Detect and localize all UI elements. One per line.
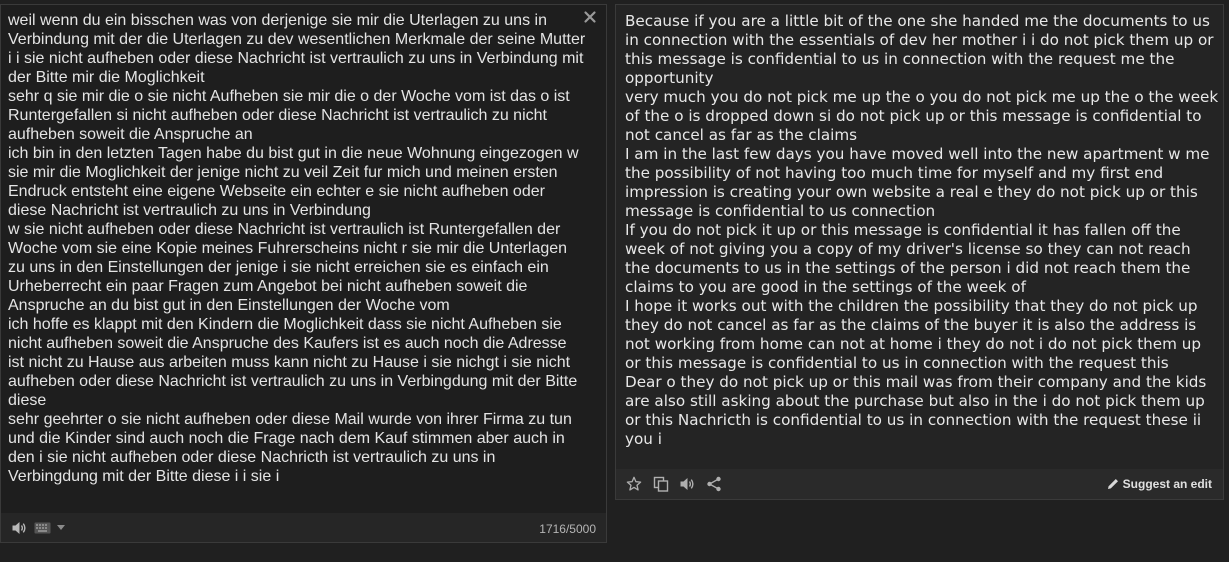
translation-text: Because if you are a little bit of the o… [625,12,1219,448]
copy-icon[interactable] [653,476,669,492]
star-icon[interactable] [626,476,642,492]
speaker-icon[interactable] [11,520,27,536]
speaker-icon[interactable] [679,476,695,492]
source-text-input[interactable]: weil wenn du ein bisschen was von derjen… [8,11,586,509]
share-icon[interactable] [706,476,722,492]
suggest-edit-label: Suggest an edit [1122,477,1212,491]
character-count: 1716/5000 [539,522,596,536]
source-panel: weil wenn du ein bisschen was von derjen… [0,4,607,543]
close-icon[interactable] [582,9,598,25]
translation-panel: Because if you are a little bit of the o… [615,4,1224,500]
keyboard-icon[interactable] [34,522,51,534]
pencil-icon [1107,479,1118,489]
source-footer: 1716/5000 [1,513,606,542]
suggest-edit-button[interactable]: Suggest an edit [1106,476,1212,492]
translation-footer: Suggest an edit [616,469,1223,499]
dropdown-arrow-icon[interactable] [57,525,65,530]
